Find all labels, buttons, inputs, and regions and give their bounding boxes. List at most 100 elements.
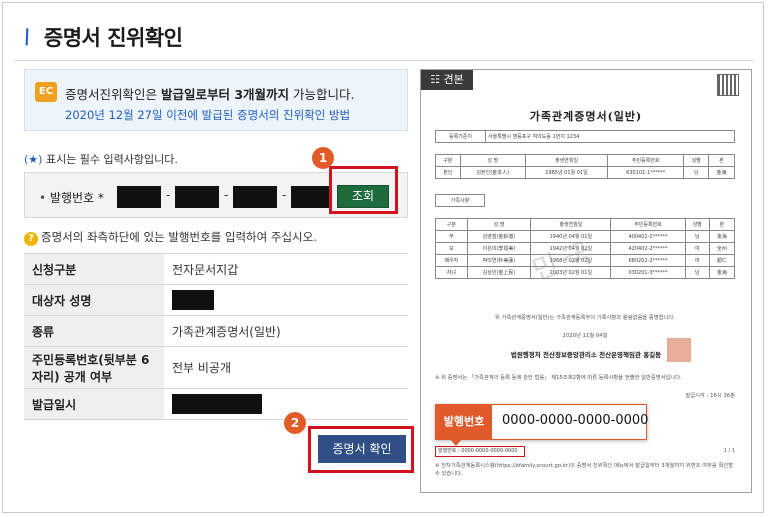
- notice-suffix: 가능합니다.: [289, 87, 355, 102]
- family-label-table: 가족사항: [435, 194, 485, 207]
- separator-1: -: [166, 188, 171, 202]
- header-cell: 구분: [435, 218, 468, 231]
- page-header: ∖ 증명서 진위확인: [16, 22, 183, 52]
- issue-number-field-3[interactable]: [233, 186, 277, 208]
- official-seal: [667, 338, 691, 362]
- cell: 이은미(李恩美): [466, 242, 532, 255]
- cell: 1942년 04월 02일: [530, 242, 612, 255]
- cell: 김영철(金鈴澈): [466, 230, 532, 243]
- step-badge-2: 2: [284, 412, 306, 434]
- self-table: 구분 성 명 출생연월일 주민등록번호 성별 본 본인 김본인(金本人) 196…: [435, 154, 736, 179]
- table-row: 모 이은미(李恩美) 1942년 04월 02일 420402-2****** …: [435, 242, 736, 255]
- issue-number-required-star: *: [97, 191, 104, 205]
- header-cell: 성 명: [466, 218, 532, 231]
- table-row: 구분 성 명 출생연월일 주민등록번호 성별 본: [435, 154, 736, 167]
- table-row: 종류 가족관계증명서(일반): [24, 315, 408, 347]
- separator-3: -: [282, 188, 287, 202]
- table-row: 본인 김본인(金本人) 1965년 01월 01일 630101-1******…: [435, 166, 736, 179]
- row-key: 신청구분: [24, 253, 164, 285]
- issue-number-field-1[interactable]: [117, 186, 161, 208]
- cell: 남: [684, 230, 710, 243]
- header-divider: [14, 60, 754, 61]
- header-cell: 본: [707, 154, 736, 167]
- cell: 여: [684, 242, 710, 255]
- table-row: 구분 성 명 출생연월일 주민등록번호 성별 본: [435, 218, 736, 231]
- header-cell: 성 명: [459, 154, 526, 167]
- registration-table: 등록기준지 서울특별시 영등포구 여의도동 1번지 1234: [435, 130, 735, 143]
- cell: 680202-2******: [610, 254, 686, 267]
- row-value: 가족관계증명서(일반): [164, 315, 408, 347]
- doc-page-number: 1 / 1: [723, 448, 735, 454]
- row-value: 전부 비공개: [164, 346, 408, 389]
- cell: 400401-1******: [610, 230, 686, 243]
- reg-label: 등록기준지: [435, 130, 486, 143]
- doc-note: ※ 위 증명서는 「가족관계의 등록 등에 관한 법률」 제15조제2항에 따른…: [435, 375, 682, 381]
- table-row: 등록기준지 서울특별시 영등포구 여의도동 1번지 1234: [435, 130, 735, 143]
- notice-box: EC 증명서진위확인은 발급일로부터 3개월까지 가능합니다. 2020년 12…: [24, 69, 408, 131]
- cell: 金海: [708, 266, 736, 279]
- cell: 420402-2******: [610, 242, 686, 255]
- family-label: 가족사항: [435, 194, 485, 207]
- cell: 남: [684, 266, 710, 279]
- cell: 全州: [708, 242, 736, 255]
- cell: 630101-1******: [607, 166, 685, 179]
- issue-number-label: • 발행번호 *: [39, 189, 104, 206]
- qr-code-icon: [717, 74, 739, 96]
- cell: 김상민(金上民): [466, 266, 532, 279]
- table-row: 부 김영철(金鈴澈) 1940년 04월 01일 400401-1****** …: [435, 230, 736, 243]
- notice-prefix: 증명서진위확인은: [65, 87, 161, 102]
- table-row: 대상자 성명: [24, 284, 408, 316]
- sample-tag-text: 견본: [443, 73, 464, 86]
- separator-2: -: [224, 188, 229, 202]
- cell: 본인: [435, 166, 461, 179]
- notice-text: 증명서진위확인은 발급일로부터 3개월까지 가능합니다.: [65, 84, 355, 103]
- old-certificate-link[interactable]: 2020년 12월 27일 이전에 발급된 증명서의 진위확인 방법: [65, 107, 350, 123]
- bullet: •: [39, 191, 50, 205]
- reg-value: 서울특별시 영등포구 여의도동 1번지 1234: [485, 130, 735, 143]
- row-value: [164, 284, 408, 316]
- cell: 030201-3******: [610, 266, 686, 279]
- table-row: 배우자 박미연(朴美蓮) 1968년 02월 02일 680202-2*****…: [435, 254, 736, 267]
- issue-number-field-4[interactable]: [291, 186, 331, 208]
- issue-number-field-2[interactable]: [175, 186, 219, 208]
- cell: 배우자: [435, 254, 468, 267]
- cell: 김본인(金本人): [459, 166, 526, 179]
- redacted-datetime: [172, 394, 262, 414]
- sample-tag: ☷ 견본: [421, 70, 473, 90]
- redacted-name: [172, 290, 214, 310]
- doc-issue-number: 발행번호 : 0000-0000-0000-0000: [435, 446, 525, 457]
- highlight-box-confirm: [308, 426, 414, 473]
- step-badge-1: 1: [312, 147, 334, 169]
- header-cell: 출생연월일: [530, 218, 612, 231]
- cell: 1968년 02월 02일: [530, 254, 612, 267]
- row-value: 전자문서지갑: [164, 253, 408, 285]
- header-cell: 주민등록번호: [607, 154, 685, 167]
- required-text: 표시는 필수 입력사항입니다.: [42, 153, 178, 166]
- table-row: 가족사항: [435, 194, 485, 207]
- header-cell: 주민등록번호: [610, 218, 686, 231]
- row-key: 대상자 성명: [24, 284, 164, 316]
- row-key: 발급일시: [24, 388, 164, 420]
- cell: 1940년 04월 01일: [530, 230, 612, 243]
- cell: 金海: [708, 230, 736, 243]
- header-cell: 구분: [435, 154, 461, 167]
- cell: 남: [683, 166, 709, 179]
- table-row: 자녀 김상민(金上民) 2003년 02월 01일 030201-3******…: [435, 266, 736, 279]
- issue-number-label-text: 발행번호: [49, 191, 95, 205]
- hint-message: 증명서의 좌측하단에 있는 발행번호를 입력하여 주십시오.: [41, 230, 317, 244]
- cell: 金海: [707, 166, 736, 179]
- header-cell: 본: [708, 218, 736, 231]
- doc-issue-time: 발급시각 : 16시 36분: [685, 393, 735, 399]
- callout-label: 발행번호: [436, 405, 492, 439]
- doc-statement: 위 가족관계증명서(일반)는 가족관계등록부의 기록사항과 틀림없음을 증명합니…: [495, 315, 675, 321]
- issue-number-callout: 발행번호 0000-0000-0000-0000: [435, 404, 648, 446]
- callout-tail: [450, 439, 462, 446]
- cell: 모: [435, 242, 468, 255]
- cell: 1965년 01월 01일: [524, 166, 609, 179]
- table-row: 발급일시: [24, 388, 408, 420]
- cell: 박미연(朴美蓮): [466, 254, 532, 267]
- row-key: 주민등록번호(뒷부분 6자리) 공개 여부: [24, 346, 164, 389]
- table-row: 주민등록번호(뒷부분 6자리) 공개 여부 전부 비공개: [24, 346, 408, 389]
- document-icon: ☷: [430, 73, 444, 86]
- header-cell: 성별: [683, 154, 709, 167]
